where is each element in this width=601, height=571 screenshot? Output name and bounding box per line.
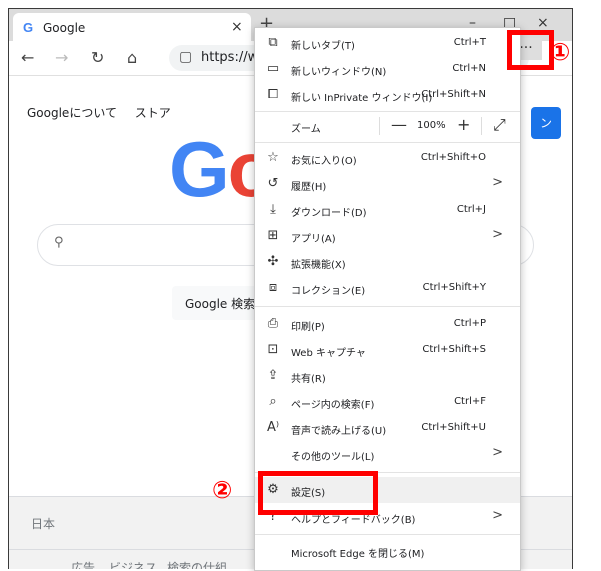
menu-item-downloads[interactable]: ⤓ ダウンロード(D) Ctrl+J — [255, 197, 520, 223]
inprivate-icon: ⧠ — [267, 87, 279, 102]
store-link[interactable]: ストア — [135, 106, 171, 120]
menu-item-extensions[interactable]: ✣ 拡張機能(X) — [255, 249, 520, 275]
zoom-divider — [481, 117, 482, 135]
chevron-right-icon: > — [492, 445, 503, 460]
menu-item-shortcut: Ctrl+Shift+U — [421, 422, 486, 433]
menu-item-new-window[interactable]: ▭ 新しいウィンドウ(N) Ctrl+N — [255, 56, 520, 82]
web-capture-icon: ⊡ — [267, 342, 279, 357]
zoom-in-button[interactable]: + — [457, 115, 470, 134]
menu-item-print[interactable]: ⎙ 印刷(P) Ctrl+P — [255, 311, 520, 337]
signin-button[interactable]: ン — [531, 107, 561, 139]
tab-google[interactable]: G Google × — [13, 13, 251, 41]
menu-divider — [255, 142, 520, 143]
tab-close-icon[interactable]: × — [231, 19, 243, 35]
menu-item-label: 拡張機能(X) — [291, 260, 346, 271]
extensions-icon: ✣ — [267, 254, 279, 269]
find-on-page-icon: ⌕ — [269, 394, 277, 409]
zoom-label: ズーム — [291, 124, 321, 135]
callout-number-1: ① — [550, 38, 571, 66]
footer-country: 日本 — [31, 517, 56, 531]
menu-item-label: 履歴(H) — [291, 182, 327, 193]
home-icon[interactable]: ⌂ — [127, 48, 137, 67]
footer-link-how-search-works[interactable]: 検索の仕組 — [167, 559, 227, 569]
lock-icon: ▢ — [179, 49, 193, 65]
read-aloud-icon: A⁾ — [266, 420, 280, 435]
menu-item-label: 音声で読み上げる(U) — [291, 426, 387, 437]
chevron-right-icon: > — [492, 508, 503, 523]
menu-item-shortcut: Ctrl+Shift+Y — [422, 282, 486, 293]
address-url: https://w — [201, 50, 259, 65]
apps-icon: ⊞ — [267, 228, 279, 243]
menu-item-label: その他のツール(L) — [291, 452, 375, 463]
about-link[interactable]: Googleについて — [27, 106, 117, 120]
close-window-button[interactable]: × — [537, 15, 549, 31]
menu-item-find-on-page[interactable]: ⌕ ページ内の検索(F) Ctrl+F — [255, 389, 520, 415]
refresh-icon[interactable]: ↻ — [91, 48, 104, 67]
top-links: Googleについて ストア — [27, 104, 185, 121]
print-icon: ⎙ — [267, 316, 279, 331]
menu-item-label: アプリ(A) — [291, 234, 336, 245]
menu-item-label: 新しいタブ(T) — [291, 41, 355, 52]
callout-box-more-button — [507, 30, 554, 70]
menu-divider — [255, 534, 520, 535]
menu-item-read-aloud[interactable]: A⁾ 音声で読み上げる(U) Ctrl+Shift+U — [255, 415, 520, 441]
footer-link-ads[interactable]: 広告 — [71, 559, 95, 569]
new-window-icon: ▭ — [266, 61, 280, 76]
menu-item-collections[interactable]: ⧈ コレクション(E) Ctrl+Shift+Y — [255, 275, 520, 301]
menu-item-share[interactable]: ⇪ 共有(R) — [255, 363, 520, 389]
favorites-icon: ☆ — [267, 150, 279, 165]
menu-item-more-tools[interactable]: その他のツール(L) > — [255, 441, 520, 467]
menu-item-label: Web キャプチャ — [291, 348, 366, 359]
new-tab-icon: ⧉ — [268, 35, 278, 50]
fullscreen-icon[interactable]: ⤢ — [493, 115, 506, 135]
menu-divider — [255, 306, 520, 307]
menu-item-label: 新しい InPrivate ウィンドウ(I) — [291, 93, 433, 104]
menu-item-shortcut: Ctrl+Shift+S — [422, 344, 486, 355]
logo-letter-g: G — [169, 125, 230, 213]
menu-item-label: 共有(R) — [291, 374, 326, 385]
zoom-divider — [379, 117, 380, 135]
search-icon: ⚲ — [54, 235, 64, 250]
menu-item-shortcut: Ctrl+Shift+N — [421, 89, 486, 100]
menu-item-history[interactable]: ↺ 履歴(H) > — [255, 171, 520, 197]
menu-item-label: Microsoft Edge を閉じる(M) — [291, 549, 425, 560]
menu-item-inprivate[interactable]: ⧠ 新しい InPrivate ウィンドウ(I) Ctrl+Shift+N — [255, 82, 520, 108]
chevron-right-icon: > — [492, 227, 503, 242]
menu-divider — [255, 111, 520, 112]
back-icon[interactable]: ← — [21, 48, 34, 67]
menu-item-apps[interactable]: ⊞ アプリ(A) > — [255, 223, 520, 249]
menu-item-shortcut: Ctrl+F — [454, 396, 486, 407]
tab-title: Google — [43, 21, 86, 35]
menu-item-close-edge[interactable]: Microsoft Edge を閉じる(M) — [255, 538, 520, 564]
download-icon: ⤓ — [270, 202, 276, 217]
menu-item-shortcut: Ctrl+T — [453, 37, 486, 48]
menu-item-shortcut: Ctrl+N — [452, 63, 486, 74]
zoom-out-button[interactable]: — — [391, 115, 407, 134]
menu-item-favorites[interactable]: ☆ お気に入り(O) Ctrl+Shift+O — [255, 145, 520, 171]
menu-item-label: コレクション(E) — [291, 286, 366, 297]
callout-box-settings — [258, 471, 378, 515]
callout-number-2: ② — [212, 476, 233, 504]
menu-item-zoom: ズーム — 100% + ⤢ — [255, 113, 520, 139]
collections-icon: ⧈ — [268, 280, 278, 295]
share-icon: ⇪ — [267, 368, 279, 383]
chevron-right-icon: > — [492, 175, 503, 190]
menu-item-shortcut: Ctrl+P — [453, 318, 486, 329]
menu-item-label: 印刷(P) — [291, 322, 325, 333]
zoom-value: 100% — [417, 120, 446, 131]
menu-item-shortcut: Ctrl+J — [456, 204, 486, 215]
menu-item-label: ページ内の検索(F) — [291, 400, 375, 411]
footer-link-business[interactable]: ビジネス — [109, 559, 157, 569]
menu-item-shortcut: Ctrl+Shift+O — [420, 152, 486, 163]
google-favicon-icon: G — [23, 20, 34, 35]
menu-item-web-capture[interactable]: ⊡ Web キャプチャ Ctrl+Shift+S — [255, 337, 520, 363]
menu-item-label: お気に入り(O) — [291, 156, 357, 167]
forward-icon[interactable]: → — [55, 48, 68, 67]
menu-item-label: ダウンロード(D) — [291, 208, 367, 219]
menu-item-label: 新しいウィンドウ(N) — [291, 67, 387, 78]
menu-item-new-tab[interactable]: ⧉ 新しいタブ(T) Ctrl+T — [255, 30, 520, 56]
history-icon: ↺ — [267, 176, 279, 191]
